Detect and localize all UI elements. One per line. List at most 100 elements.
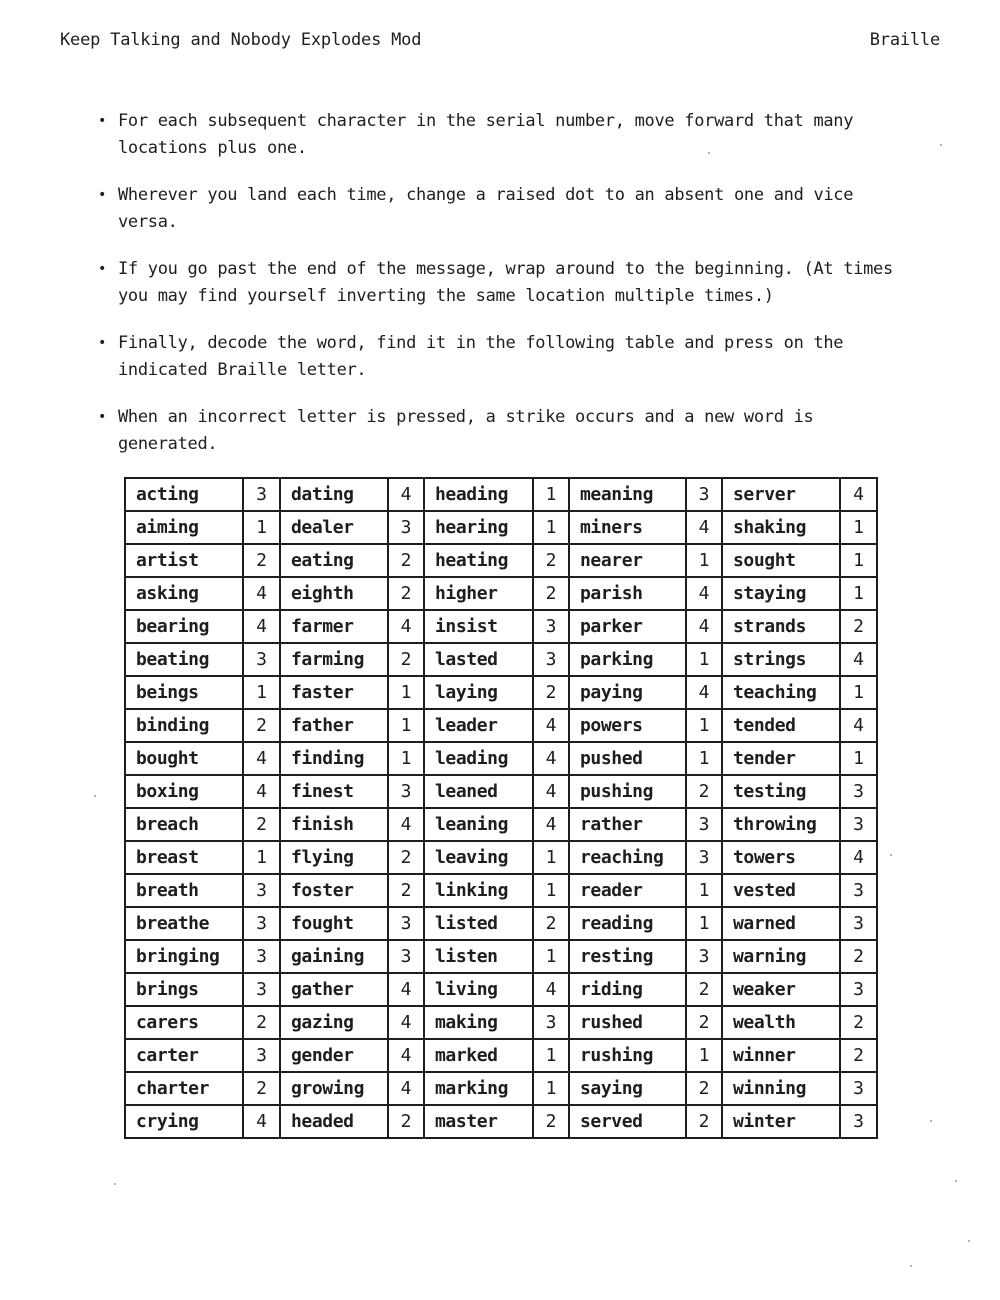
word-cell: eating xyxy=(279,543,389,578)
word-cell: tended xyxy=(721,708,841,743)
letter-number-cell: 2 xyxy=(685,1005,723,1040)
letter-number-cell: 1 xyxy=(839,741,878,776)
rule-item: When an incorrect letter is pressed, a s… xyxy=(98,404,898,458)
word-cell: warned xyxy=(721,906,841,941)
letter-number-cell: 4 xyxy=(532,972,570,1007)
letter-number-cell: 4 xyxy=(242,741,281,776)
table-row: asking 4 eighth 2 higher 2 parish 4 staying 1 xyxy=(124,576,878,611)
letter-number-cell: 1 xyxy=(532,840,570,875)
letter-number-cell: 1 xyxy=(387,741,425,776)
table-row: artist 2 eating 2 heating 2 nearer 1 sought 1 xyxy=(124,543,878,578)
word-cell: miners xyxy=(568,510,687,545)
letter-number-cell: 3 xyxy=(685,939,723,974)
rule-item: Wherever you land each time, change a ra… xyxy=(98,182,898,236)
word-cell: strands xyxy=(721,609,841,644)
word-cell: carers xyxy=(124,1005,244,1040)
word-cell: rather xyxy=(568,807,687,842)
paper-speck xyxy=(930,1120,932,1122)
letter-number-cell: 1 xyxy=(839,576,878,611)
letter-number-cell: 3 xyxy=(839,972,878,1007)
word-cell: fought xyxy=(279,906,389,941)
word-cell: finest xyxy=(279,774,389,809)
table-row: brings 3 gather 4 living 4 riding 2 weaker 3 xyxy=(124,972,878,1007)
letter-number-cell: 3 xyxy=(242,873,281,908)
word-cell: reading xyxy=(568,906,687,941)
word-table: acting 3 dating 4 heading 1 meaning 3 server 4 aim… xyxy=(124,477,878,1139)
word-cell: strings xyxy=(721,642,841,677)
word-cell: testing xyxy=(721,774,841,809)
word-cell: sought xyxy=(721,543,841,578)
word-cell: leaning xyxy=(423,807,534,842)
letter-number-cell: 2 xyxy=(387,576,425,611)
word-cell: meaning xyxy=(568,477,687,512)
letter-number-cell: 2 xyxy=(387,543,425,578)
table-row: breast 1 flying 2 leaving 1 reaching 3 towers 4 xyxy=(124,840,878,875)
letter-number-cell: 1 xyxy=(242,840,281,875)
word-cell: nearer xyxy=(568,543,687,578)
word-cell: rushing xyxy=(568,1038,687,1073)
letter-number-cell: 3 xyxy=(242,972,281,1007)
letter-number-cell: 4 xyxy=(242,1104,281,1139)
letter-number-cell: 3 xyxy=(532,642,570,677)
paper-speck xyxy=(890,854,892,856)
letter-number-cell: 1 xyxy=(685,873,723,908)
word-cell: carter xyxy=(124,1038,244,1073)
paper-speck xyxy=(968,1240,970,1242)
letter-number-cell: 2 xyxy=(242,708,281,743)
word-cell: warning xyxy=(721,939,841,974)
paper-speck xyxy=(955,1180,957,1182)
letter-number-cell: 3 xyxy=(387,774,425,809)
letter-number-cell: 3 xyxy=(242,906,281,941)
letter-number-cell: 4 xyxy=(839,708,878,743)
letter-number-cell: 4 xyxy=(839,477,878,512)
word-cell: eighth xyxy=(279,576,389,611)
letter-number-cell: 3 xyxy=(685,840,723,875)
word-cell: laying xyxy=(423,675,534,710)
letter-number-cell: 1 xyxy=(839,675,878,710)
word-cell: faster xyxy=(279,675,389,710)
letter-number-cell: 1 xyxy=(532,939,570,974)
letter-number-cell: 4 xyxy=(387,1005,425,1040)
word-cell: dating xyxy=(279,477,389,512)
word-cell: dealer xyxy=(279,510,389,545)
letter-number-cell: 2 xyxy=(685,972,723,1007)
letter-number-cell: 4 xyxy=(532,708,570,743)
word-cell: pushed xyxy=(568,741,687,776)
word-cell: tender xyxy=(721,741,841,776)
paper-speck xyxy=(940,144,942,146)
word-cell: reader xyxy=(568,873,687,908)
word-cell: charter xyxy=(124,1071,244,1106)
letter-number-cell: 1 xyxy=(532,1038,570,1073)
letter-number-cell: 2 xyxy=(242,1071,281,1106)
word-cell: insist xyxy=(423,609,534,644)
letter-number-cell: 3 xyxy=(242,1038,281,1073)
letter-number-cell: 3 xyxy=(242,939,281,974)
letter-number-cell: 2 xyxy=(387,873,425,908)
word-cell: breathe xyxy=(124,906,244,941)
letter-number-cell: 4 xyxy=(387,477,425,512)
letter-number-cell: 2 xyxy=(685,1104,723,1139)
table-row: breath 3 foster 2 linking 1 reader 1 vested 3 xyxy=(124,873,878,908)
word-cell: rushed xyxy=(568,1005,687,1040)
word-cell: linking xyxy=(423,873,534,908)
word-cell: beating xyxy=(124,642,244,677)
letter-number-cell: 1 xyxy=(685,708,723,743)
word-cell: foster xyxy=(279,873,389,908)
letter-number-cell: 2 xyxy=(532,906,570,941)
word-cell: reaching xyxy=(568,840,687,875)
letter-number-cell: 3 xyxy=(242,642,281,677)
word-cell: leaving xyxy=(423,840,534,875)
letter-number-cell: 3 xyxy=(839,774,878,809)
word-cell: powers xyxy=(568,708,687,743)
word-cell: bringing xyxy=(124,939,244,974)
word-cell: hearing xyxy=(423,510,534,545)
word-cell: gaining xyxy=(279,939,389,974)
letter-number-cell: 3 xyxy=(532,609,570,644)
letter-number-cell: 1 xyxy=(532,1071,570,1106)
word-cell: throwing xyxy=(721,807,841,842)
word-cell: weaker xyxy=(721,972,841,1007)
word-cell: marking xyxy=(423,1071,534,1106)
rule-item: For each subsequent character in the ser… xyxy=(98,108,898,162)
word-cell: saying xyxy=(568,1071,687,1106)
word-cell: bought xyxy=(124,741,244,776)
